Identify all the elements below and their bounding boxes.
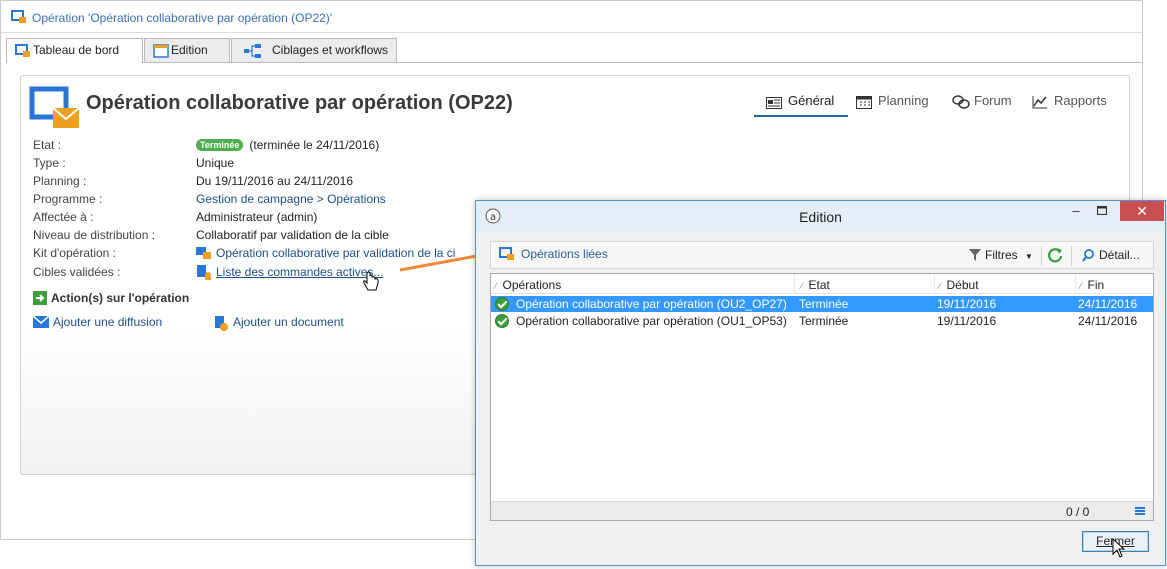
- add-document-link[interactable]: Ajouter un document: [213, 315, 344, 331]
- tab-forum[interactable]: Forum: [950, 90, 1012, 117]
- operations-grid: ⁄ Opérations ⁄ Etat ⁄ Début ⁄ Fin Opération …: [490, 273, 1154, 521]
- planning-label: Planning :: [33, 174, 87, 188]
- tab-label: Edition: [171, 43, 208, 57]
- tab-label: Ciblages et workflows: [272, 43, 389, 57]
- refresh-icon: [1047, 248, 1063, 263]
- record-count: 0 / 0: [1066, 505, 1090, 519]
- target-list-icon: [196, 264, 212, 283]
- refresh-button[interactable]: [1047, 247, 1063, 266]
- tab-divider: [6, 62, 1142, 63]
- funnel-icon: [969, 249, 981, 264]
- operation-icon: [11, 10, 27, 27]
- tab-rapports[interactable]: Rapports: [1030, 90, 1107, 117]
- linked-operations-button[interactable]: Opérations liées: [499, 247, 608, 261]
- type-value: Unique: [196, 156, 235, 170]
- chevron-down-icon: ▼: [1025, 252, 1033, 261]
- status-ok-icon: [495, 314, 509, 328]
- filters-dropdown[interactable]: Filtres ▼: [969, 248, 1033, 262]
- column-etat[interactable]: ⁄ Etat: [801, 278, 830, 292]
- type-label: Type :: [33, 156, 66, 170]
- hand-cursor-icon: [363, 271, 379, 291]
- calendar-icon: [856, 94, 872, 116]
- window-title: Opération 'Opération collaborative par o…: [32, 11, 333, 25]
- tab-edition[interactable]: Edition: [144, 38, 230, 62]
- affectee-label: Affectée à :: [33, 210, 94, 224]
- chart-icon: [1032, 94, 1048, 116]
- etat-label: Etat :: [33, 138, 62, 152]
- magnifier-icon: [1082, 249, 1095, 265]
- edition-dialog: a Edition – ✕ Opérations liées Filtres ▼: [475, 200, 1166, 566]
- dialog-toolbar: Opérations liées Filtres ▼ Détail...: [490, 241, 1154, 269]
- dialog-title: Edition: [799, 209, 842, 225]
- view-tabs: Général Planning Forum Rapports: [754, 90, 1124, 118]
- etat-value: Terminée (terminée le 24/11/2016): [196, 138, 379, 152]
- tab-label: Tableau de bord: [33, 43, 120, 57]
- grid-header: ⁄ Opérations ⁄ Etat ⁄ Début ⁄ Fin: [491, 274, 1153, 294]
- tab-label: Rapports: [1054, 93, 1107, 108]
- etat-text: (terminée le 24/11/2016): [249, 138, 380, 152]
- maximize-button[interactable]: [1092, 201, 1112, 222]
- column-fin[interactable]: ⁄ Fin: [1080, 278, 1104, 292]
- general-icon: [766, 94, 782, 116]
- kit-label: Kit d'opération :: [33, 246, 117, 260]
- tab-label: Planning: [878, 93, 929, 108]
- cibles-link[interactable]: Liste des commandes actives...: [216, 265, 383, 279]
- tab-label: Général: [788, 93, 835, 108]
- niveau-label: Niveau de distribution :: [33, 228, 156, 242]
- status-badge: Terminée: [196, 139, 244, 151]
- tab-general[interactable]: Général: [754, 90, 848, 117]
- programme-link[interactable]: Gestion de campagne > Opérations: [196, 192, 386, 206]
- tab-tableau-de-bord[interactable]: Tableau de bord: [6, 38, 143, 63]
- status-ok-icon: [495, 297, 509, 311]
- table-row[interactable]: Opération collaborative par opération (O…: [491, 313, 1153, 329]
- dashboard-icon: [15, 43, 31, 65]
- minimize-button[interactable]: –: [1066, 201, 1086, 222]
- arrow-cursor-icon: [1112, 538, 1126, 558]
- table-row[interactable]: Opération collaborative par opération (O…: [491, 296, 1153, 312]
- grid-footer: 0 / 0: [491, 501, 1153, 520]
- toolbar-separator: [1041, 246, 1042, 266]
- tab-planning[interactable]: Planning: [854, 90, 929, 117]
- affectee-value: Administrateur (admin): [196, 210, 318, 224]
- dialog-titlebar: a Edition – ✕: [476, 201, 1165, 231]
- tab-ciblages-workflows[interactable]: Ciblages et workflows: [231, 38, 397, 62]
- operation-icon: [499, 247, 515, 264]
- planning-value: Du 19/11/2016 au 24/11/2016: [196, 174, 354, 188]
- add-delivery-link[interactable]: Ajouter une diffusion: [32, 315, 162, 331]
- operation-envelope-icon: [29, 86, 80, 133]
- actions-heading: Action(s) sur l'opération: [33, 291, 189, 305]
- programme-label: Programme :: [33, 192, 103, 206]
- column-operations[interactable]: ⁄ Opérations: [495, 278, 561, 292]
- window-close-button[interactable]: ✕: [1120, 201, 1164, 221]
- forum-icon: [952, 94, 970, 116]
- arrow-right-icon: [33, 291, 47, 308]
- niveau-value: Collaboratif par validation de la cible: [196, 228, 389, 242]
- list-menu-icon[interactable]: [1135, 507, 1145, 515]
- envelope-icon: [32, 315, 50, 331]
- page-title: Opération collaborative par opération (O…: [86, 92, 513, 114]
- window-titlebar: Opération 'Opération collaborative par o…: [1, 1, 1142, 33]
- detail-button[interactable]: Détail...: [1082, 248, 1140, 262]
- document-add-icon: [213, 316, 229, 335]
- kit-icon: [196, 245, 212, 262]
- cibles-label: Cibles validées :: [33, 265, 121, 279]
- toolbar-separator: [1071, 246, 1072, 266]
- tab-label: Forum: [974, 93, 1012, 108]
- column-debut[interactable]: ⁄ Début: [939, 278, 979, 292]
